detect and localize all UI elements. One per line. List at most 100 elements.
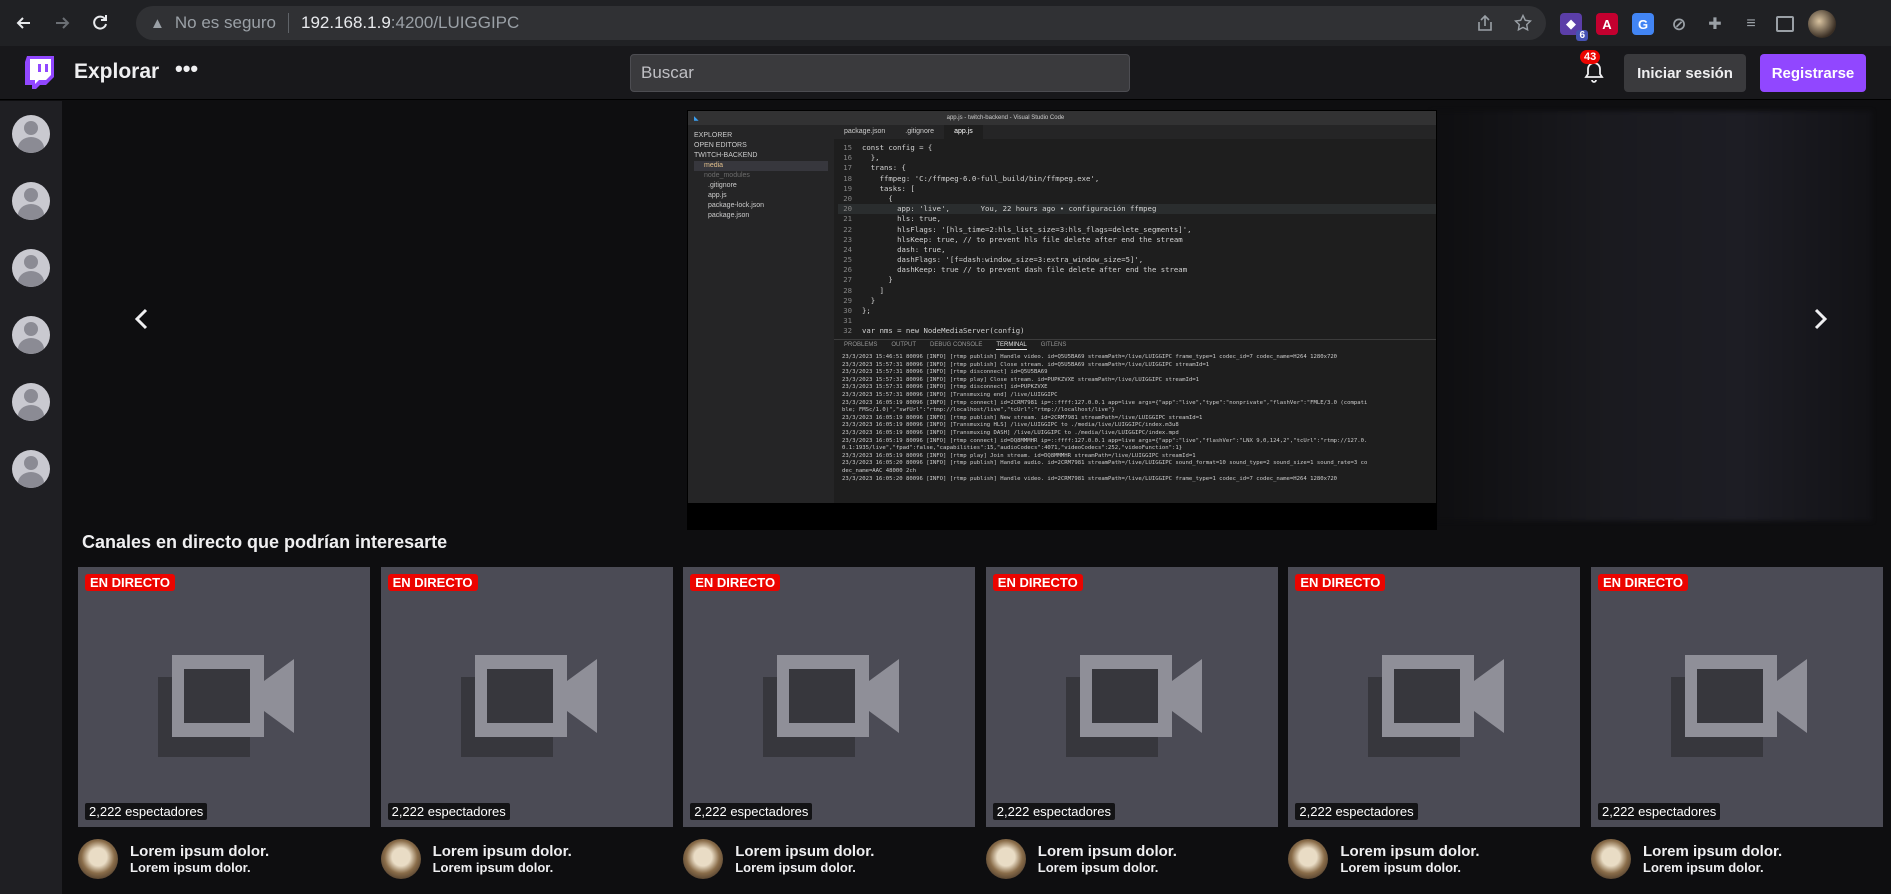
vscode-explorer: EXPLORER OPEN EDITORS TWITCH-BACKEND med… [688,125,834,505]
channel-name[interactable]: Lorem ipsum dolor. [1038,860,1159,875]
star-icon[interactable] [1513,13,1533,37]
line-number: 26 [843,265,852,275]
browser-toolbar: ▲ No es seguro 192.168.1.9 :4200/LUIGGIP… [0,0,1891,46]
stream-title[interactable]: Lorem ipsum dolor. [1643,843,1782,860]
playlist-icon[interactable]: ≡ [1740,13,1762,35]
channel-card[interactable]: EN DIRECTO 2,222 espectadores Lorem ipsum … [985,567,1278,894]
back-icon[interactable] [8,7,40,39]
code-line: 22 hlsFlags: '[hls_time=2:hls_list_size=… [838,225,1436,235]
code-text: } [862,275,893,285]
stream-thumbnail[interactable]: EN DIRECTO 2,222 espectadores [985,567,1278,827]
code-line: 26 dashKeep: true // to prevent dash fil… [838,265,1436,275]
channel-name[interactable]: Lorem ipsum dolor. [130,860,251,875]
code-line: 28 ] [838,286,1436,296]
code-line: 23 hlsKeep: true, // to prevent hls file… [838,235,1436,245]
code-text: var nms = new NodeMediaServer(config) [862,326,1025,336]
more-menu-button[interactable]: ••• [175,56,198,82]
channel-card[interactable]: EN DIRECTO 2,222 espectadores Lorem ipsum … [1591,567,1883,894]
channel-card[interactable]: EN DIRECTO 2,222 espectadores Lorem ipsum … [683,567,976,894]
profile-avatar[interactable] [1808,10,1836,38]
chevron-right-icon[interactable] [1810,301,1830,340]
terminal-line: 23/3/2023 15:57:31 80096 [INFO] [rtmp pu… [842,361,1210,368]
line-number: 22 [843,224,852,234]
channel-avatar[interactable] [78,839,118,879]
live-badge: EN DIRECTO [690,574,781,591]
login-button[interactable]: Iniciar sesión [1624,54,1746,92]
compass-icon[interactable]: ⊘ [1668,13,1690,35]
puzzle-icon[interactable]: ✚ [1704,13,1726,35]
channel-card[interactable]: EN DIRECTO 2,222 espectadores Lorem ipsum … [78,567,370,894]
extension-icon[interactable]: ◆ 6 [1560,13,1588,41]
channel-avatar[interactable] [985,839,1026,879]
share-icon[interactable] [1476,14,1494,37]
featured-carousel: ◣ app.js - twitch-backend - Visual Studi… [62,101,1891,531]
chevron-left-icon[interactable] [132,301,152,340]
stream-thumbnail[interactable]: EN DIRECTO 2,222 espectadores [683,567,976,827]
stream-thumbnail[interactable]: EN DIRECTO 2,222 espectadores [380,567,673,827]
signup-button[interactable]: Registrarse [1760,54,1866,92]
code-text: dash: true, [862,244,946,254]
line-number: 27 [843,275,852,285]
channel-name[interactable]: Lorem ipsum dolor. [735,860,856,875]
terminal-line: 23/3/2023 16:05:19 80096 [INFO] [Transmu… [842,429,1179,436]
stream-title[interactable]: Lorem ipsum dolor. [433,843,572,860]
sidebar-channel-avatar[interactable] [12,316,50,354]
line-number: 25 [843,255,852,265]
code-text: app: 'live', You, 22 hours ago • configu… [862,204,1157,214]
stream-title[interactable]: Lorem ipsum dolor. [1340,843,1479,860]
translate-icon[interactable]: G [1632,13,1654,35]
channel-name[interactable]: Lorem ipsum dolor. [1340,860,1461,875]
forward-icon[interactable] [46,7,78,39]
channel-avatar[interactable] [1591,839,1631,879]
sidepanel-icon[interactable] [1776,16,1794,32]
angular-icon[interactable]: A [1596,13,1618,35]
code-text: hls: true, [862,214,942,224]
panel-tab: PROBLEMS [844,342,878,348]
stream-title[interactable]: Lorem ipsum dolor. [130,843,269,860]
notifications-icon[interactable]: 43 [1580,50,1606,84]
next-slide-preview[interactable] [1432,111,1872,521]
sidebar-channel-avatar[interactable] [12,115,50,153]
terminal-line: 23/3/2023 15:57:31 80096 [INFO] [Transmu… [842,391,1058,398]
vscode-titlebar: ◣ app.js - twitch-backend - Visual Studi… [688,111,1436,125]
code-line: 31 [838,316,1436,326]
twitch-logo-icon[interactable] [24,55,56,89]
search-input[interactable]: Buscar [630,54,1130,92]
code-text: }, [862,153,880,163]
stream-title[interactable]: Lorem ipsum dolor. [735,843,874,860]
channel-avatar[interactable] [683,839,724,879]
sidebar-channel-avatar[interactable] [12,249,50,287]
line-number: 23 [843,234,852,244]
card-meta: Lorem ipsum dolor. Lorem ipsum dolor. [78,827,370,894]
url-host: 192.168.1.9 [300,13,391,32]
sidebar-channel-avatar[interactable] [12,450,50,488]
channel-name[interactable]: Lorem ipsum dolor. [1643,860,1764,875]
address-bar[interactable]: ▲ No es seguro 192.168.1.9 :4200/LUIGGIP… [136,6,1546,40]
code-line: 18 ffmpeg: 'C:/ffmpeg-6.0-full_build/bin… [838,174,1436,184]
code-line: 20 app: 'live', You, 22 hours ago • conf… [838,204,1436,215]
channel-card[interactable]: EN DIRECTO 2,222 espectadores Lorem ipsum … [1288,567,1581,894]
terminal-line: 0.1:1935/live","fpad":false,"capabilitie… [842,445,1183,452]
terminal-line: 23/3/2023 15:57:31 80096 [INFO] [rtmp pl… [842,376,1199,383]
stream-title[interactable]: Lorem ipsum dolor. [1038,843,1177,860]
channel-name[interactable]: Lorem ipsum dolor. [433,860,554,875]
channel-avatar[interactable] [380,839,421,879]
section-title: Canales en directo que podrían interesar… [82,532,448,552]
editor-tab: package.json [844,128,886,135]
sidebar-channel-avatar[interactable] [12,182,50,220]
stream-thumbnail[interactable]: EN DIRECTO 2,222 espectadores [1591,567,1883,827]
explore-link[interactable]: Explorar [74,60,159,84]
stream-thumbnail[interactable]: EN DIRECTO 2,222 espectadores [78,567,370,827]
url-path: :4200/LUIGGIPC [390,13,520,32]
featured-stream-player[interactable]: ◣ app.js - twitch-backend - Visual Studi… [687,110,1437,530]
warning-icon[interactable]: ▲ [150,15,165,32]
stream-thumbnail[interactable]: EN DIRECTO 2,222 espectadores [1288,567,1581,827]
channel-avatar[interactable] [1288,839,1329,879]
viewer-count: 2,222 espectadores [690,803,813,820]
explorer-item: app.js [708,192,727,199]
code-text: hlsKeep: true, // to prevent hls file de… [862,234,1183,244]
sidebar-channel-avatar[interactable] [12,383,50,421]
code-line: 24 dash: true, [838,245,1436,255]
reload-icon[interactable] [84,7,116,39]
channel-card[interactable]: EN DIRECTO 2,222 espectadores Lorem ipsum … [380,567,673,894]
